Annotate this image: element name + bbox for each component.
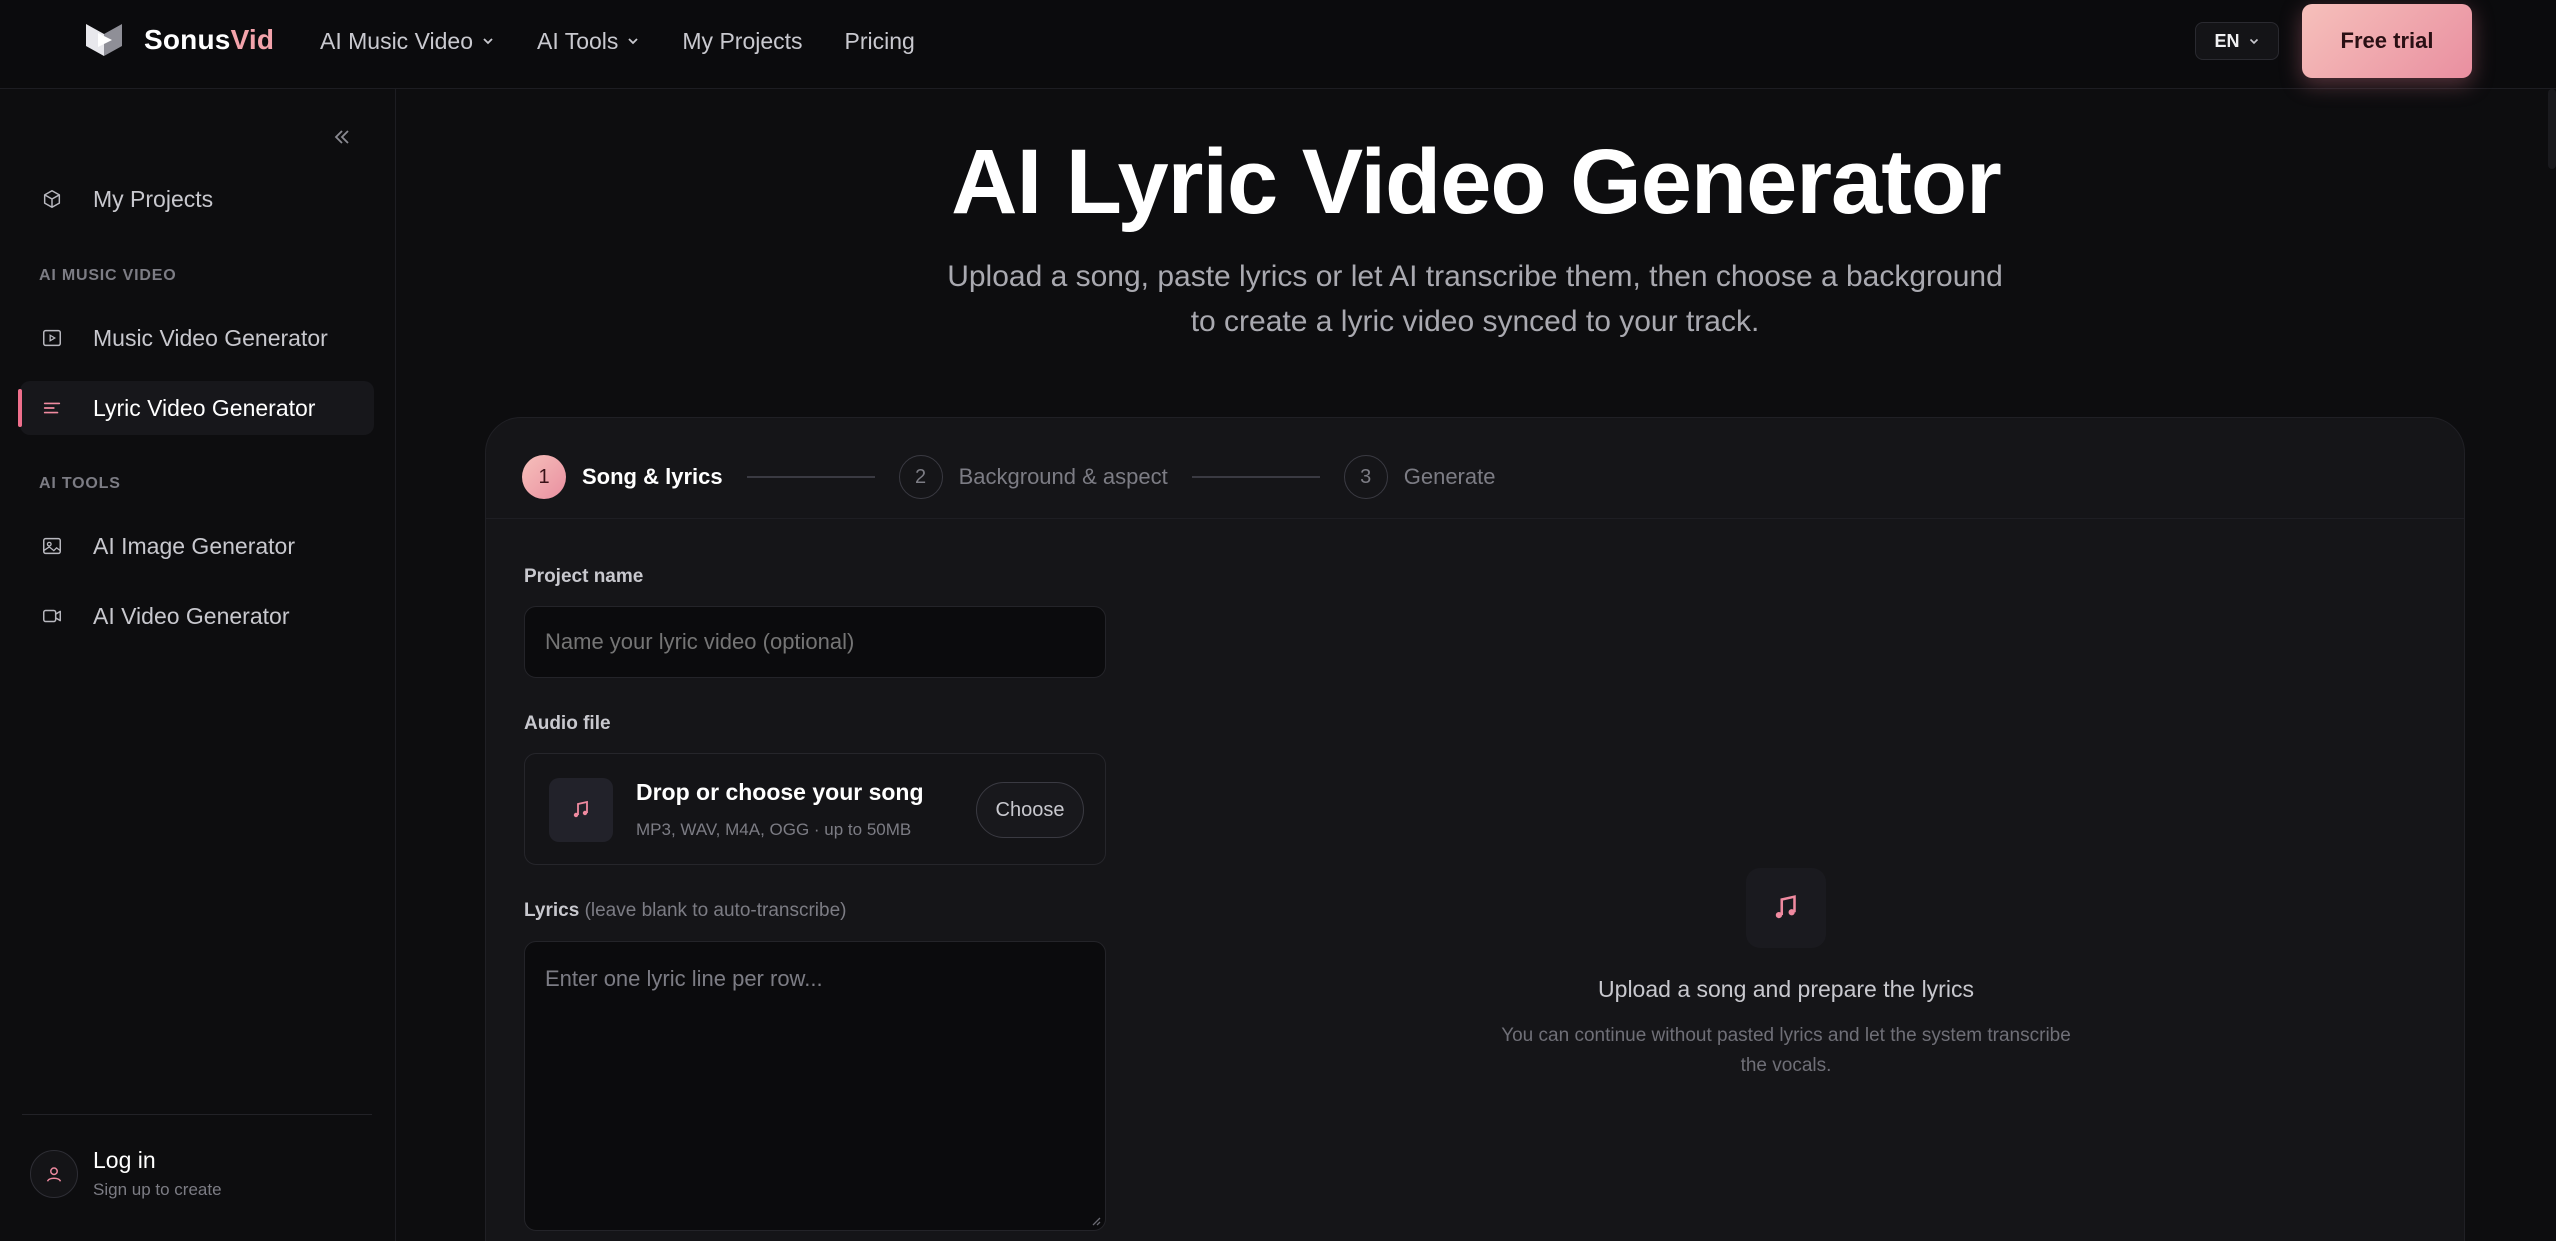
sidebar-divider <box>22 1114 372 1115</box>
brand-name: SonusVid <box>144 24 275 55</box>
section-label-ai-music-video: AI MUSIC VIDEO <box>39 267 177 284</box>
language-selector[interactable]: EN <box>2195 22 2279 60</box>
logo-icon <box>86 24 122 56</box>
step-1-number[interactable]: 1 <box>522 455 566 499</box>
step-3-number[interactable]: 3 <box>1343 455 1388 499</box>
play-square-icon <box>40 326 64 350</box>
image-icon <box>40 534 64 558</box>
empty-state-title: Upload a song and prepare the lyrics <box>1598 976 1974 1002</box>
logo[interactable]: SonusVid <box>84 20 274 60</box>
sidebar-item-music-video-generator[interactable]: Music Video Generator <box>20 311 374 365</box>
nav-ai-tools[interactable]: AI Tools <box>537 28 640 55</box>
generator-card: 1 Song & lyrics 2 Background & aspect 3 … <box>485 417 2465 1241</box>
sidebar-item-my-projects[interactable]: My Projects <box>20 172 374 226</box>
chevron-down-icon <box>483 38 493 45</box>
step-connector <box>746 476 875 478</box>
step-3-label[interactable]: Generate <box>1404 464 1496 490</box>
step-1-label[interactable]: Song & lyrics <box>582 464 723 490</box>
music-note-icon <box>549 778 613 842</box>
step-2-number[interactable]: 2 <box>898 455 943 499</box>
sidebar-item-lyric-video-generator[interactable]: Lyric Video Generator <box>18 381 374 435</box>
upload-formats: MP3, WAV, M4A, OGG · up to 50MB <box>636 820 912 839</box>
main-nav: AI Music Video AI Tools My Projects Pric… <box>320 24 957 58</box>
project-name-input[interactable] <box>524 606 1106 678</box>
step-connector <box>1191 476 1320 478</box>
nav-pricing[interactable]: Pricing <box>845 28 915 55</box>
resize-handle-icon[interactable] <box>1089 1214 1101 1226</box>
audio-file-label: Audio file <box>524 713 611 734</box>
stepper: 1 Song & lyrics 2 Background & aspect 3 … <box>522 454 1495 500</box>
nav-ai-music-video[interactable]: AI Music Video <box>320 28 495 55</box>
card-divider <box>486 518 2464 519</box>
step-2-label[interactable]: Background & aspect <box>959 464 1168 490</box>
nav-my-projects[interactable]: My Projects <box>682 28 802 55</box>
top-bar: SonusVid AI Music Video AI Tools My Proj… <box>0 0 2556 89</box>
cube-icon <box>40 187 64 211</box>
page-scrollbar[interactable] <box>2548 89 2556 169</box>
upload-title: Drop or choose your song <box>636 779 924 805</box>
active-indicator <box>18 389 22 427</box>
free-trial-button[interactable]: Free trial <box>2302 4 2472 78</box>
login-title: Log in <box>93 1147 156 1173</box>
lyrics-textarea[interactable]: Enter one lyric line per row... <box>524 941 1106 1231</box>
page-subtitle: Upload a song, paste lyrics or let AI tr… <box>947 260 2003 338</box>
login-subtitle: Sign up to create <box>93 1180 222 1199</box>
login-area[interactable]: Log in Sign up to create <box>30 1147 222 1200</box>
empty-state-description: You can continue without pasted lyrics a… <box>1501 1025 2071 1076</box>
lyrics-hint: (leave blank to auto-transcribe) <box>584 900 847 921</box>
project-name-label: Project name <box>524 566 644 587</box>
lyrics-label: Lyrics (leave blank to auto-transcribe) <box>524 900 847 921</box>
sidebar-item-ai-image-generator[interactable]: AI Image Generator <box>20 519 374 573</box>
sidebar-item-ai-video-generator[interactable]: AI Video Generator <box>20 589 374 643</box>
user-icon <box>30 1149 78 1198</box>
audio-dropzone[interactable]: Drop or choose your song MP3, WAV, M4A, … <box>524 753 1106 865</box>
video-camera-icon <box>40 604 64 628</box>
empty-state: Upload a song and prepare the lyrics You… <box>1486 868 2086 1081</box>
chevron-down-icon <box>628 38 639 45</box>
lyrics-placeholder: Enter one lyric line per row... <box>545 966 823 991</box>
section-label-ai-tools: AI TOOLS <box>39 475 121 492</box>
page-title: AI Lyric Video Generator <box>951 131 2002 233</box>
choose-file-button[interactable]: Choose <box>976 782 1084 838</box>
music-note-icon <box>1746 868 1826 948</box>
text-lines-icon <box>40 396 64 420</box>
chevron-down-icon <box>2249 38 2258 45</box>
sidebar: My Projects AI MUSIC VIDEO Music Video G… <box>0 89 396 1241</box>
collapse-sidebar-icon[interactable] <box>330 125 354 149</box>
